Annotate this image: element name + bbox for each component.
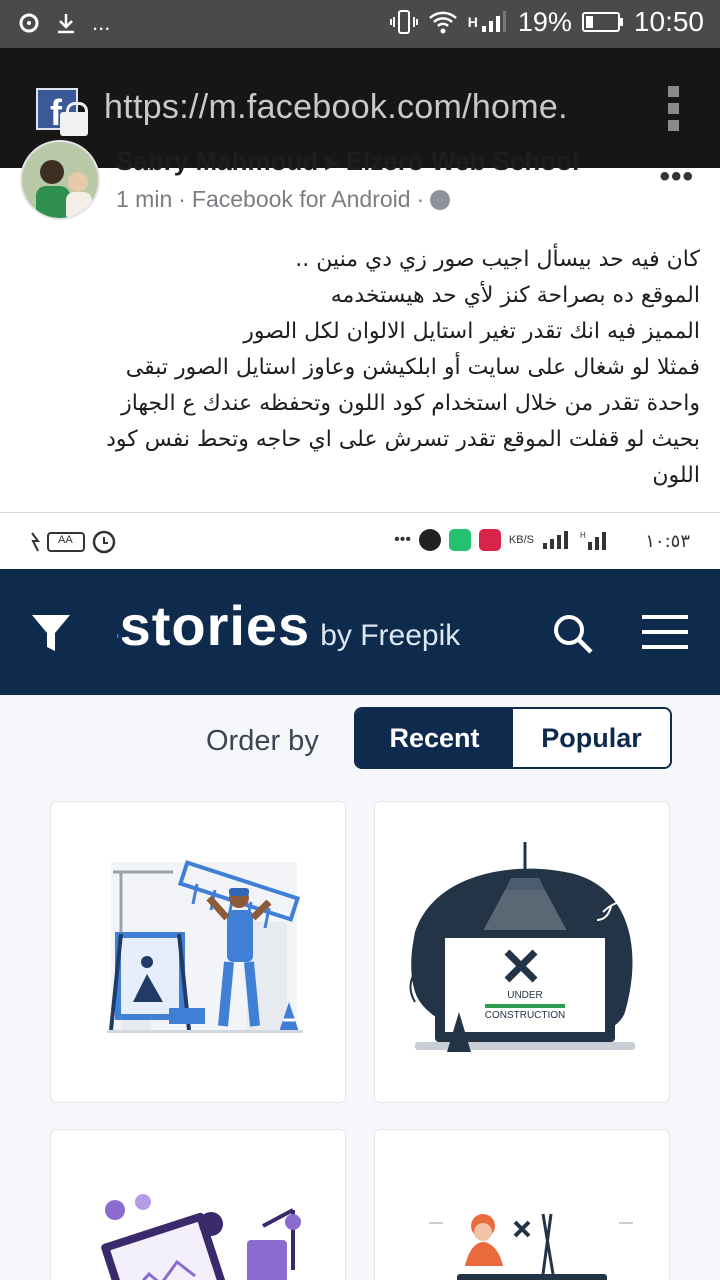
order-by-label: Order by: [206, 725, 319, 757]
illustration-card[interactable]: [50, 801, 346, 1103]
image-status-icons-left: [31, 530, 116, 554]
status-bar: ... H 19% 10:50: [0, 0, 720, 48]
clock: 10:50: [633, 6, 704, 37]
tab-popular[interactable]: Popular: [513, 709, 670, 767]
search-icon[interactable]: [552, 613, 594, 655]
repair-illustration: [429, 1213, 633, 1280]
post-line: الموقع ده بصراحة كنز لأي حد هيستخدمه: [330, 283, 700, 308]
image-status-icons: ••• KB/S H: [394, 529, 610, 551]
post-time[interactable]: 1 min: [116, 186, 172, 213]
image-kbs: KB/S: [508, 534, 534, 546]
more-notifications: ...: [92, 10, 111, 35]
hamburger-menu-icon[interactable]: [640, 613, 690, 651]
construction-worker-illustration: [107, 860, 303, 1033]
post-line: واحدة تقدر من خلال استخدام كود اللون وتح…: [121, 391, 700, 416]
post-text: كان فيه حد بيسأل اجيب صور زي دي منين .. …: [20, 242, 700, 494]
post-options-icon[interactable]: •••: [659, 160, 694, 194]
vibrate-icon: [389, 10, 418, 34]
order-by-toggle: Recent Popular: [354, 707, 672, 769]
post-source: Facebook for Android: [191, 186, 411, 212]
post-line: بحيث لو قفلت الموقع تقدر تسرش على اي حاج…: [106, 427, 700, 452]
avatar[interactable]: [20, 140, 100, 220]
post-line: كان فيه حد بيسأل اجيب صور زي دي منين ..: [295, 247, 700, 272]
post-meta: 1 min · Facebook for Android ·: [116, 186, 451, 213]
dashboard-illustration: [101, 1194, 301, 1280]
signal-icon: [481, 11, 506, 32]
tab-recent[interactable]: Recent: [356, 709, 513, 767]
image-status-time: ١٠:٥٣: [645, 531, 690, 552]
post-line: اللون: [652, 463, 700, 488]
battery-percent: 19%: [517, 6, 572, 37]
image-status-bar: AA ••• KB/S H ١٠:٥٣: [0, 513, 720, 569]
notification-icon: [19, 13, 39, 33]
download-icon: [58, 14, 74, 34]
under-construction-illustration: UNDER CONSTRUCTION: [409, 842, 635, 1052]
address-bar[interactable]: https://m.facebook.com/home.: [104, 88, 609, 127]
battery-icon: [581, 12, 623, 32]
illustration-card[interactable]: UNDER CONSTRUCTION: [374, 801, 670, 1103]
image-status-left-text: AA: [58, 534, 73, 546]
illustration-card[interactable]: [374, 1129, 670, 1280]
overflow-menu-icon[interactable]: [668, 86, 682, 137]
globe-icon: [430, 189, 451, 210]
stories-header: ‘stories by Freepik: [0, 569, 720, 695]
construction-text: CONSTRUCTION: [485, 1010, 566, 1021]
wifi-icon: [428, 11, 457, 34]
post-image[interactable]: AA ••• KB/S H ١٠:٥٣ ‘stories by Freepik O…: [0, 512, 720, 1280]
svg-text:H: H: [580, 531, 586, 540]
post-line: فمثلا لو شغال على سايت أو ابلكيشن وعاوز …: [125, 355, 700, 380]
lock-icon[interactable]: [60, 102, 88, 136]
stories-logo[interactable]: ‘stories by Freepik: [116, 593, 460, 658]
network-type: H: [467, 14, 478, 30]
post-author[interactable]: Sabry Mahmoud ▸ Elzero Web School: [116, 146, 579, 177]
under-text: UNDER: [507, 990, 543, 1001]
illustration-card[interactable]: [50, 1129, 346, 1280]
filter-icon[interactable]: [30, 611, 72, 655]
post-line: المميز فيه انك تقدر تغير استايل الالوان …: [243, 319, 700, 344]
